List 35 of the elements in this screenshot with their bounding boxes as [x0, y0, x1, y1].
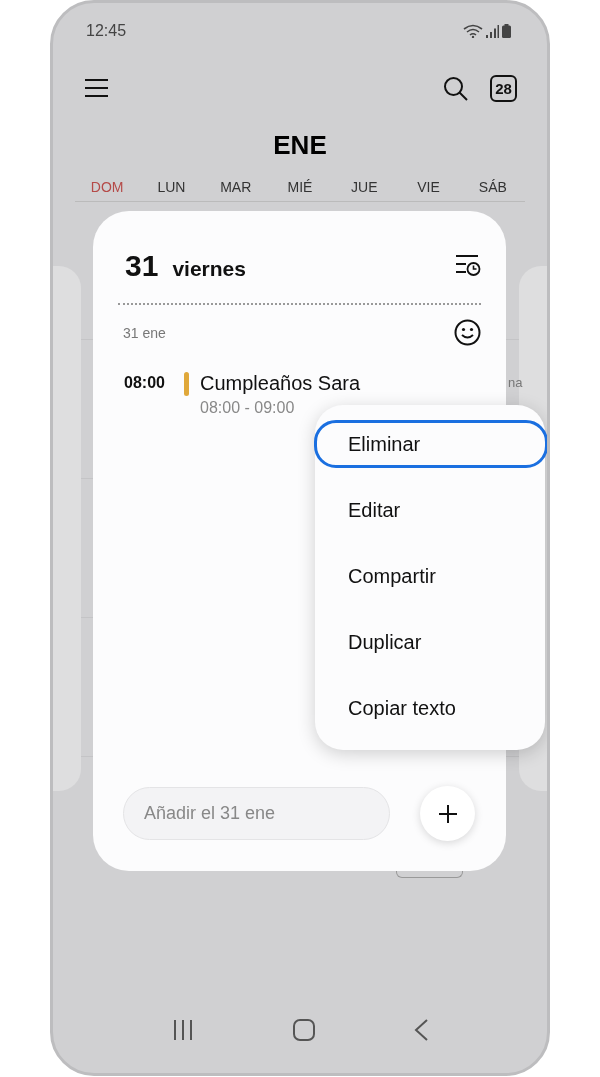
event-text: na	[508, 375, 523, 390]
menu-item[interactable]: Duplicar	[314, 618, 547, 666]
menu-item[interactable]: Copiar texto	[314, 684, 547, 732]
event-time: 08:00	[124, 373, 166, 392]
day-number: 31	[125, 249, 159, 283]
wifi-icon	[463, 24, 483, 38]
status-time: 12:45	[86, 22, 127, 40]
weekday-name: viernes	[172, 257, 246, 281]
weekday-label: LUN	[156, 179, 187, 195]
event-title[interactable]: Cumpleaños Sara	[200, 372, 361, 395]
add-button[interactable]	[420, 786, 475, 841]
weekday-label: VIE	[416, 179, 441, 195]
menu-item[interactable]: Compartir	[314, 552, 547, 600]
plus-icon	[437, 803, 458, 824]
event-time-range: 08:00 - 09:00	[200, 399, 296, 417]
menu-item[interactable]: Eliminar	[314, 420, 547, 468]
date-label: 31 ene	[123, 324, 166, 341]
weekday-label: MIÉ	[286, 179, 314, 195]
battery-icon	[502, 24, 511, 38]
home-icon[interactable]	[293, 1019, 315, 1041]
signal-icon	[486, 24, 499, 38]
search-icon[interactable]	[443, 75, 468, 101]
recent-apps-icon[interactable]	[172, 1019, 195, 1041]
list-clock-icon[interactable]	[455, 255, 481, 277]
month-title: ENE	[273, 129, 327, 161]
weekday-label: MAR	[219, 179, 253, 195]
smiley-icon[interactable]	[454, 319, 481, 346]
add-event-field[interactable]: Añadir el 31 ene	[123, 787, 390, 840]
today-button[interactable]: 28	[490, 74, 517, 102]
weekday-label: JUE	[350, 179, 379, 195]
weekday-label: DOM	[89, 179, 125, 195]
weekday-label: SÁB	[477, 179, 508, 195]
menu-item[interactable]: Editar	[314, 486, 547, 534]
back-icon[interactable]	[413, 1019, 428, 1041]
menu-icon[interactable]	[85, 78, 108, 98]
